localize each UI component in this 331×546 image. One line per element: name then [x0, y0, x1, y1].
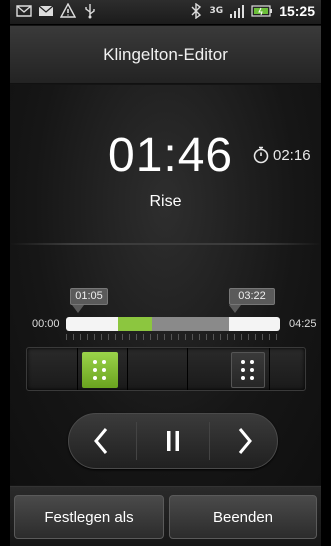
mail-icon [38, 5, 54, 16]
usb-icon [85, 4, 95, 19]
range-max-label: 04:25 [289, 318, 317, 330]
end-handle[interactable] [231, 352, 265, 388]
signal-icon [230, 5, 245, 18]
strip-separator [127, 348, 128, 390]
start-marker-pointer [72, 305, 84, 313]
played-range [118, 317, 152, 331]
transport-separator [136, 422, 138, 460]
duration-text: 02:16 [273, 146, 311, 164]
system-icons: 3G 15:25 [188, 3, 315, 19]
transport-controls [68, 413, 278, 469]
app-frame: 3G 15:25 Klingelton-Editor 01:46 02:16 R… [10, 0, 321, 546]
bluetooth-icon [191, 3, 201, 19]
gmail-icon [16, 5, 32, 17]
strip-separator [187, 348, 188, 390]
bottom-bar: Festlegen als Beenden [10, 486, 321, 546]
next-button[interactable] [217, 419, 273, 463]
previous-button[interactable] [73, 419, 129, 463]
set-as-button[interactable]: Festlegen als [14, 495, 164, 539]
transport-separator [208, 422, 210, 460]
pause-button[interactable] [145, 419, 201, 463]
status-bar: 3G 15:25 [10, 0, 321, 25]
finish-button[interactable]: Beenden [169, 495, 317, 539]
page-title: Klingelton-Editor [103, 44, 228, 64]
range-min-label: 00:00 [32, 318, 60, 330]
divider [10, 243, 321, 245]
battery-charging-icon [251, 5, 273, 17]
stopwatch-icon [253, 146, 269, 164]
current-time: 01:46 [108, 129, 234, 182]
track-name: Rise [149, 193, 182, 210]
notification-icons [16, 3, 98, 19]
strip-separator [269, 348, 270, 390]
chevron-left-icon [93, 428, 107, 454]
ringtone-timeline[interactable] [66, 317, 280, 331]
title-bar: Klingelton-Editor [10, 26, 321, 84]
warning-icon [60, 3, 76, 18]
pause-icon [166, 431, 179, 451]
3g-data-icon: 3G [209, 5, 224, 16]
start-marker-label: 01:05 [70, 288, 108, 305]
status-time: 15:25 [279, 3, 315, 19]
start-handle[interactable] [82, 352, 118, 388]
timeline-ticks [66, 334, 280, 340]
duration: 02:16 [252, 146, 311, 164]
end-marker-label: 03:22 [229, 288, 275, 305]
end-marker-pointer [229, 305, 241, 313]
chevron-right-icon [239, 428, 253, 454]
strip-separator [77, 348, 78, 390]
